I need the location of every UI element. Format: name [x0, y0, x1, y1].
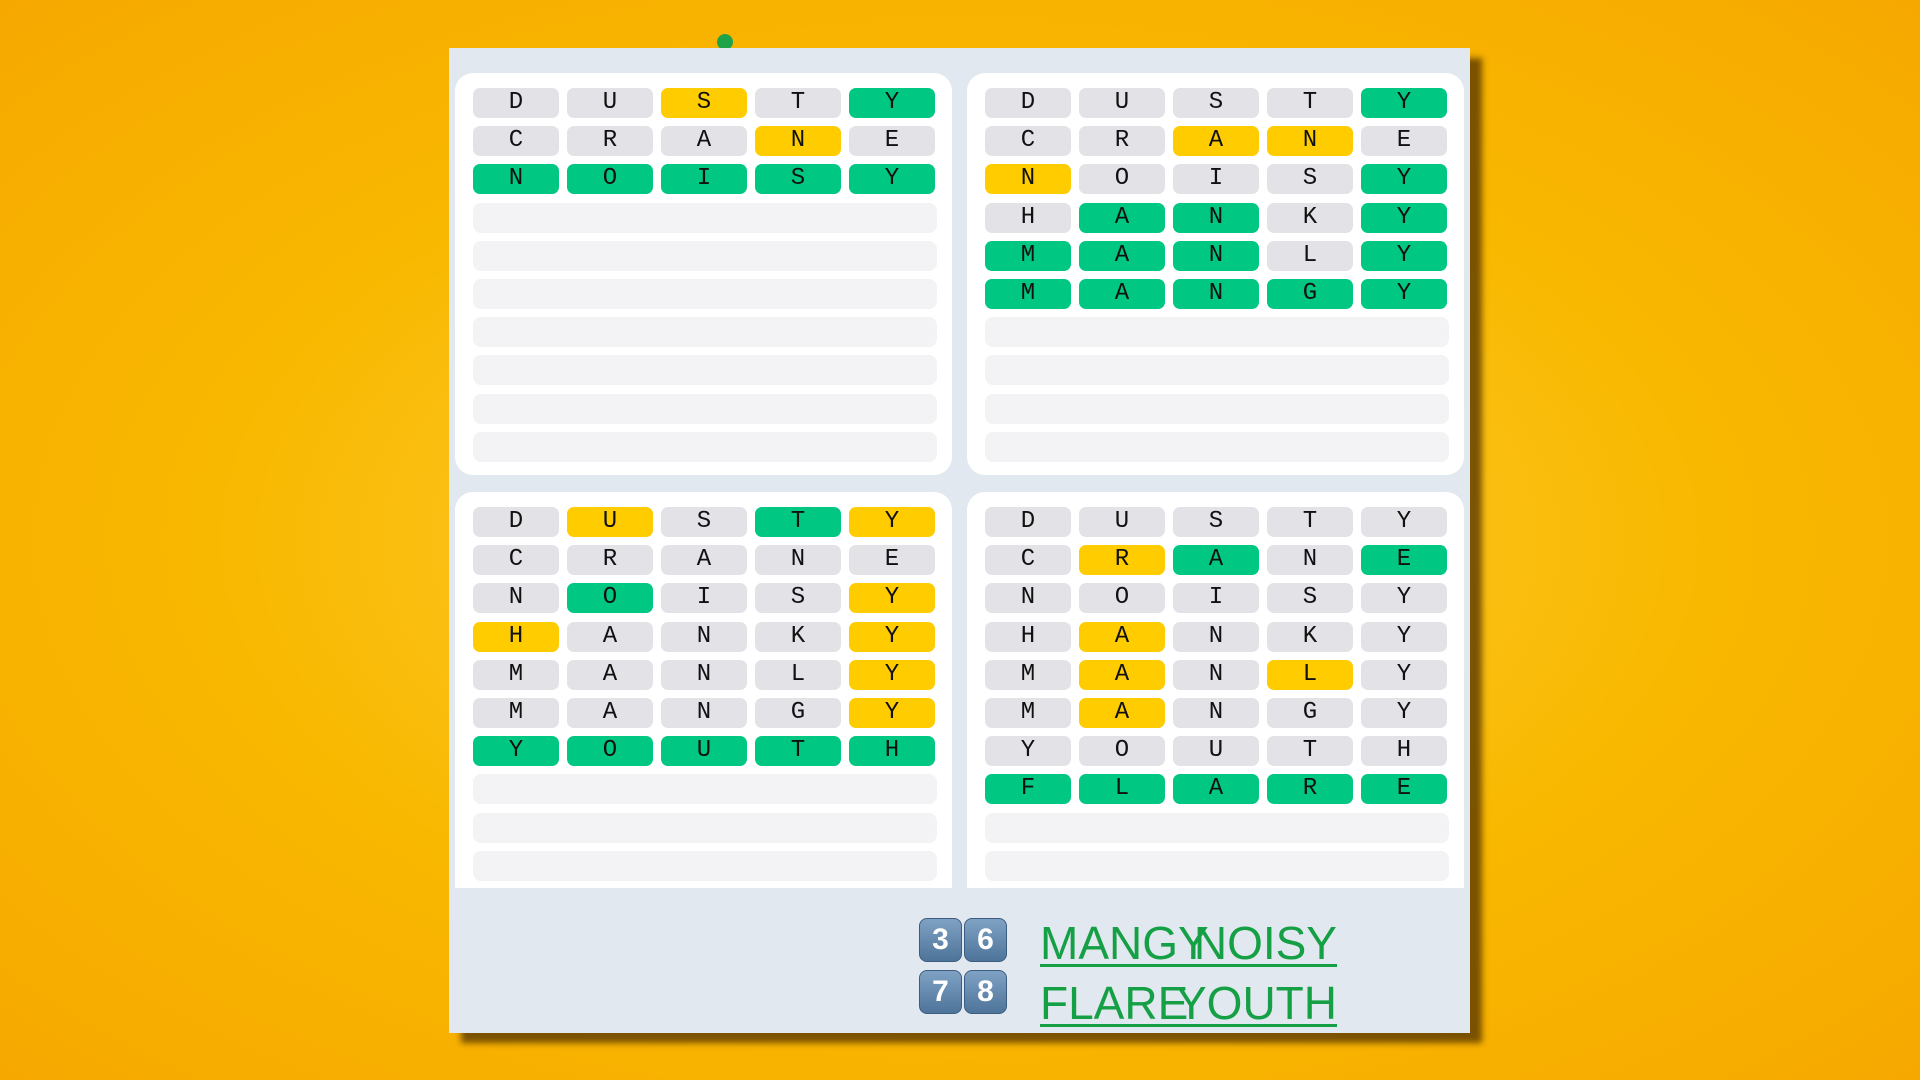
guess-word: CRANE — [1020, 127, 1464, 155]
guess-row: CRANE — [985, 126, 1455, 157]
guess-word: HANKY — [508, 622, 952, 650]
keycap-8: 8 — [964, 970, 1007, 1014]
guess-row: NOISY — [985, 164, 1455, 195]
guess-row: MANGY — [985, 698, 1455, 728]
empty-row — [473, 240, 937, 271]
guess-row: DUSTY — [473, 88, 943, 118]
guess-word: MANLY — [1020, 660, 1464, 688]
guess-row: MANGY — [473, 698, 943, 728]
guess-word: MANLY — [1020, 241, 1464, 269]
guess-row: YOUTH — [473, 736, 943, 767]
guess-word: HANKY — [1020, 203, 1464, 231]
guess-row: DUSTY — [985, 88, 1455, 118]
guess-word: MANGY — [508, 699, 952, 726]
guess-row: CRANE — [473, 126, 943, 157]
board-2: DUSTY CRANE NOISY HANKY MANLY MANGY — [967, 73, 1464, 475]
guess-word: MANLY — [508, 660, 952, 688]
guess-row: MANLY — [985, 240, 1455, 271]
answer-board-3[interactable]: YOUTH — [1176, 976, 1337, 1030]
board-1: DUSTY CRANE NOISY — [455, 73, 952, 475]
guess-word: MANGY — [1020, 280, 1464, 307]
guess-row: FLARE — [985, 774, 1455, 805]
guess-word: CRANE — [508, 127, 952, 155]
empty-row — [473, 279, 937, 309]
guess-word: DUSTY — [1020, 508, 1464, 535]
empty-row — [473, 774, 937, 805]
empty-row — [985, 355, 1449, 386]
guess-row: YOUTH — [985, 736, 1455, 767]
empty-row — [473, 850, 937, 881]
answer-board-1[interactable]: NOISY — [1194, 916, 1337, 970]
guess-word: YOUTH — [1020, 737, 1464, 765]
empty-row — [985, 317, 1449, 348]
guess-row: CRANE — [985, 545, 1455, 576]
guess-word: DUSTY — [508, 508, 952, 535]
guess-word: CRANE — [508, 546, 952, 574]
guess-word: NOISY — [508, 165, 952, 193]
guess-counts-row-2: 7 8 — [919, 970, 1007, 1014]
guess-word: NOISY — [1020, 584, 1464, 612]
empty-row — [985, 812, 1449, 843]
guess-row: NOISY — [473, 164, 943, 195]
guess-row: HANKY — [985, 202, 1455, 233]
guess-word: MANGY — [1020, 699, 1464, 726]
empty-row — [473, 317, 937, 348]
guess-row: NOISY — [473, 583, 943, 614]
guess-word: CRANE — [1020, 546, 1464, 574]
board-4: DUSTY CRANE NOISY HANKY MANLY MANGY YOUTH FLARE — [967, 492, 1464, 912]
guess-counts-row-1: 3 6 — [919, 918, 1007, 962]
guess-row: MANLY — [985, 659, 1455, 690]
empty-row — [473, 431, 937, 462]
guess-row: DUSTY — [985, 507, 1455, 537]
guess-word: YOUTH — [508, 737, 952, 765]
empty-row — [473, 393, 937, 424]
guess-word: DUSTY — [1020, 89, 1464, 116]
guess-word: DUSTY — [508, 89, 952, 116]
guess-word: NOISY — [508, 584, 952, 612]
keycap-6: 6 — [964, 918, 1007, 962]
answer-board-2[interactable]: MANGY — [1040, 916, 1209, 970]
empty-row — [985, 393, 1449, 424]
guess-word: NOISY — [1020, 165, 1464, 193]
guess-row: DUSTY — [473, 507, 943, 537]
empty-row — [473, 812, 937, 843]
keycap-3: 3 — [919, 918, 962, 962]
empty-row — [985, 431, 1449, 462]
answer-board-4[interactable]: FLARE — [1040, 976, 1188, 1030]
empty-row — [985, 850, 1449, 881]
guess-row: CRANE — [473, 545, 943, 576]
guess-row: MANLY — [473, 659, 943, 690]
empty-row — [473, 355, 937, 386]
guess-word: HANKY — [1020, 622, 1464, 650]
guess-word: FLARE — [1020, 775, 1464, 803]
empty-row — [473, 202, 937, 233]
guess-row: NOISY — [985, 583, 1455, 614]
guess-row: HANKY — [473, 621, 943, 652]
results-footer: NOISY 3 6 MANGY YOUTH 7 8 FLARE — [449, 888, 1470, 1033]
guess-row: HANKY — [985, 621, 1455, 652]
keycap-7: 7 — [919, 970, 962, 1014]
guess-row: MANGY — [985, 279, 1455, 309]
board-3: DUSTY CRANE NOISY HANKY MANLY MANGY YOUTH — [455, 492, 952, 912]
